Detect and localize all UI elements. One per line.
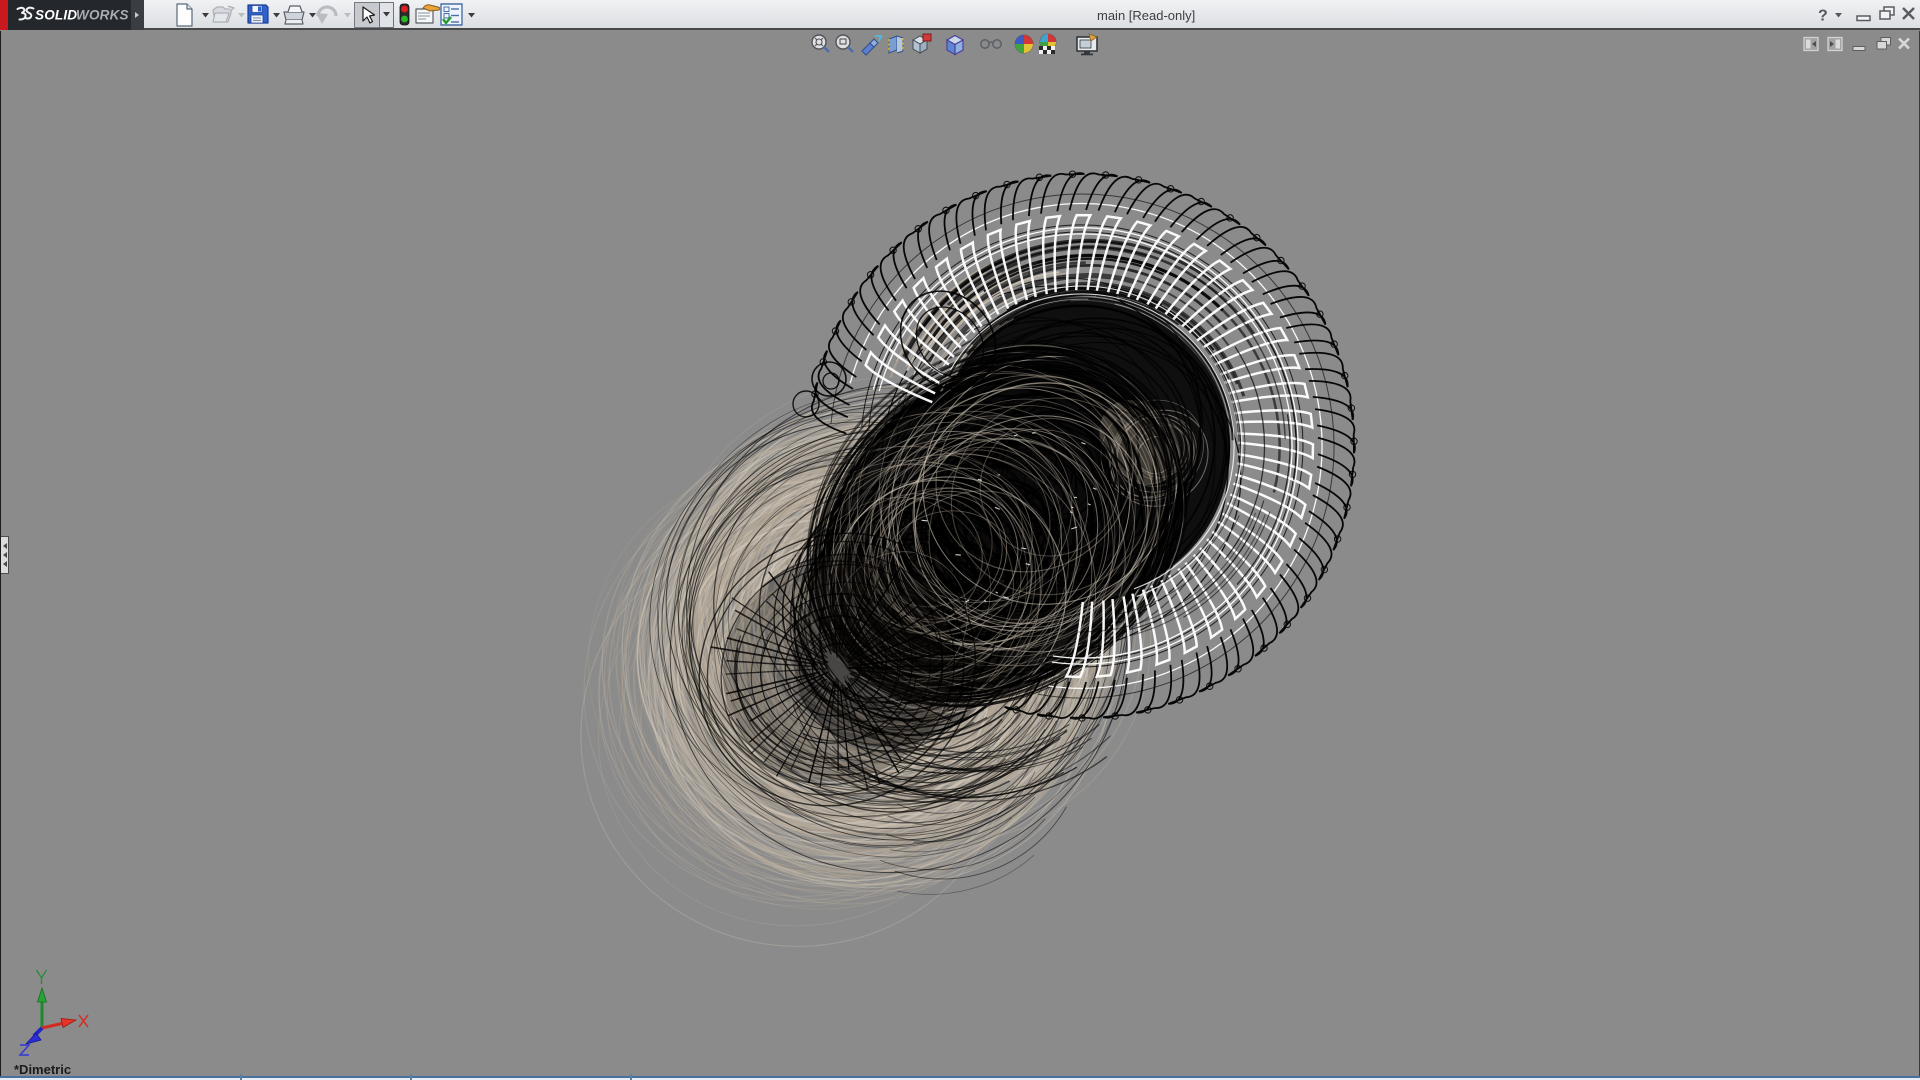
svg-text:?: ? [1818,8,1828,25]
svg-text:SOLID: SOLID [35,8,77,23]
svg-text:WORKS: WORKS [76,8,129,23]
